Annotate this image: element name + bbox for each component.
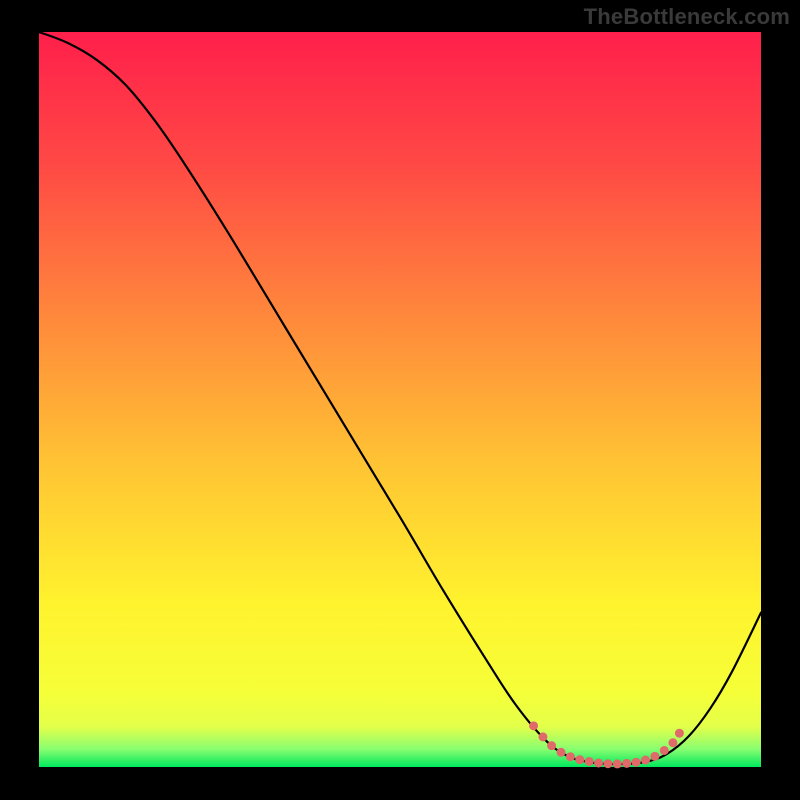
- highlight-dot: [566, 752, 575, 761]
- highlight-dot: [585, 757, 594, 766]
- highlight-dot: [557, 748, 566, 757]
- highlight-dot: [547, 741, 556, 750]
- highlight-dot: [622, 759, 631, 768]
- highlight-dot: [660, 746, 669, 755]
- highlight-dot: [675, 729, 684, 738]
- bottleneck-chart: [0, 0, 800, 800]
- highlight-dot: [538, 732, 547, 741]
- highlight-dot: [641, 756, 650, 765]
- plot-background: [39, 32, 761, 767]
- highlight-dot: [668, 738, 677, 747]
- highlight-dot: [632, 758, 641, 767]
- highlight-dot: [650, 752, 659, 761]
- highlight-dot: [575, 755, 584, 764]
- highlight-dot: [529, 721, 538, 730]
- highlight-dot: [603, 759, 612, 768]
- chart-frame: { "watermark": "TheBottleneck.com", "cha…: [0, 0, 800, 800]
- highlight-dot: [613, 759, 622, 768]
- highlight-dot: [594, 758, 603, 767]
